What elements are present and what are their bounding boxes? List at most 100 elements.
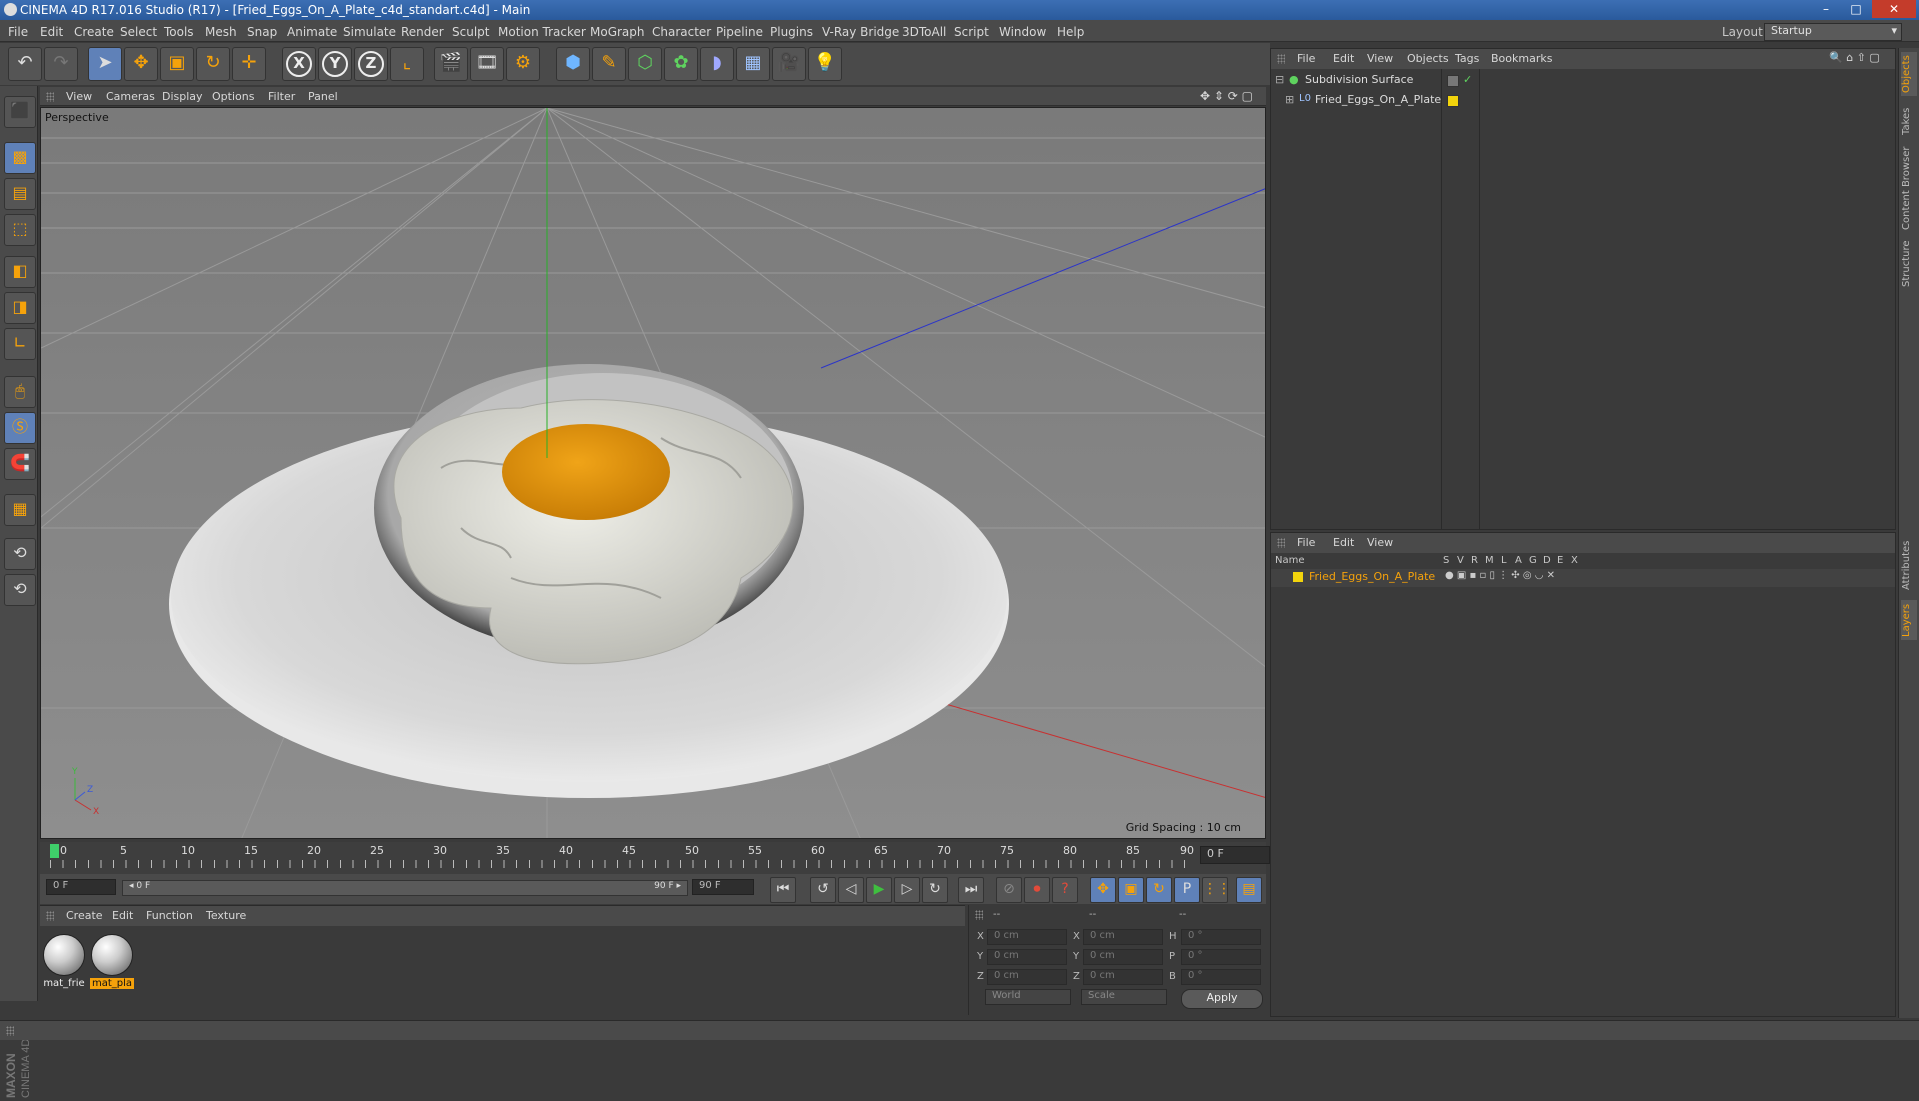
maximize-button[interactable]: □ (1842, 0, 1870, 18)
render-picture-viewer-icon[interactable]: 🎞 (470, 47, 504, 81)
position-z-field[interactable]: 0 cm (987, 969, 1067, 985)
move-tool-icon[interactable]: ✥ (124, 47, 158, 81)
menu-mesh[interactable]: Mesh (205, 25, 237, 39)
model-mode-icon[interactable]: ▩ (4, 142, 36, 174)
rotate-tool-icon[interactable]: ↻ (196, 47, 230, 81)
go-to-end-icon[interactable]: ⏭ (958, 877, 984, 903)
object-row-fried-eggs[interactable]: ⊞ L0 Fried_Eggs_On_A_Plate (1271, 93, 1895, 111)
prev-keyframe-icon[interactable]: ↺ (810, 877, 836, 903)
axis-mode-icon[interactable]: 🖱 (4, 376, 36, 408)
layer-color-swatch[interactable] (1293, 572, 1303, 582)
workplane-align-icon[interactable]: ⟲ (4, 574, 36, 606)
rotation-b-field[interactable]: 0 ° (1181, 969, 1261, 985)
key-rotation-icon[interactable]: ↻ (1146, 877, 1172, 903)
render-view-icon[interactable]: 🎬 (434, 47, 468, 81)
tab-attributes[interactable]: Attributes (1901, 538, 1917, 592)
undo-icon[interactable]: ↶ (8, 47, 42, 81)
rotation-h-field[interactable]: 0 ° (1181, 929, 1261, 945)
col-view[interactable]: V (1457, 555, 1464, 566)
menu-edit[interactable]: Edit (40, 25, 63, 39)
object-manager-tools-icons[interactable]: 🔍 ⌂ ⇧ ▢ (1829, 51, 1880, 64)
make-editable-icon[interactable]: ⬛ (4, 96, 36, 128)
panel-grip-icon[interactable] (46, 92, 54, 102)
deformer-icon[interactable]: ◗ (700, 47, 734, 81)
workplane-mode-icon[interactable]: ⬚ (4, 214, 36, 246)
object-menu-view[interactable]: View (1367, 52, 1393, 65)
viewport-menu-panel[interactable]: Panel (308, 90, 338, 103)
array-mograph-icon[interactable]: ✿ (664, 47, 698, 81)
menu-create[interactable]: Create (74, 25, 114, 39)
collapse-icon[interactable]: ⊟ (1275, 73, 1284, 86)
key-position-icon[interactable]: ✥ (1090, 877, 1116, 903)
viewport-menu-options[interactable]: Options (212, 90, 254, 103)
panel-grip-icon[interactable] (975, 910, 983, 920)
coord-type-select[interactable]: Scale (1081, 989, 1167, 1005)
tab-takes[interactable]: Takes (1901, 104, 1917, 138)
layer-menu-file[interactable]: File (1297, 536, 1315, 549)
tab-objects[interactable]: Objects (1901, 52, 1917, 96)
col-expressions[interactable]: E (1557, 555, 1563, 566)
viewport-menu-cameras[interactable]: Cameras (106, 90, 155, 103)
recent-tool-icon[interactable]: ✛ (232, 47, 266, 81)
next-keyframe-icon[interactable]: ↻ (922, 877, 948, 903)
menu-window[interactable]: Window (999, 25, 1046, 39)
timeline-window-icon[interactable]: ▤ (1236, 877, 1262, 903)
tab-layers[interactable]: Layers (1901, 600, 1917, 640)
camera-icon[interactable]: 🎥 (772, 47, 806, 81)
position-x-field[interactable]: 0 cm (987, 929, 1067, 945)
position-y-field[interactable]: 0 cm (987, 949, 1067, 965)
menu-character[interactable]: Character (652, 25, 711, 39)
col-solo[interactable]: S (1443, 555, 1449, 566)
current-frame-field[interactable]: 0 F (1200, 846, 1270, 864)
viewport-menu-filter[interactable]: Filter (268, 90, 295, 103)
layer-toggle-icons[interactable]: ● ▣ ▪ ▫ ▯ ⋮ ✣ ◎ ◡ ✕ (1445, 570, 1555, 581)
menu-3dtoall[interactable]: 3DToAll (902, 25, 946, 39)
menu-vray-bridge[interactable]: V-Ray Bridge (822, 25, 899, 39)
start-frame-field[interactable]: 0 F (46, 879, 116, 895)
select-tool-icon[interactable]: ➤ (88, 47, 122, 81)
preview-range-slider[interactable]: ◂ 0 F 90 F ▸ (122, 880, 688, 896)
polygons-mode-icon[interactable]: ∟ (4, 328, 36, 360)
tweak-mode-icon[interactable]: Ⓢ (4, 412, 36, 444)
object-menu-objects[interactable]: Objects (1407, 52, 1449, 65)
end-frame-field[interactable]: 90 F (692, 879, 754, 895)
add-cube-icon[interactable]: ⬢ (556, 47, 590, 81)
menu-select[interactable]: Select (120, 25, 157, 39)
tab-content-browser[interactable]: Content Browser (1901, 144, 1917, 232)
panel-grip-icon[interactable] (46, 911, 54, 921)
col-generators[interactable]: G (1529, 555, 1537, 566)
material-swatch[interactable]: mat_frie (42, 934, 86, 989)
material-menu-function[interactable]: Function (146, 909, 193, 922)
object-menu-edit[interactable]: Edit (1333, 52, 1354, 65)
menu-mograph[interactable]: MoGraph (590, 25, 645, 39)
col-xref[interactable]: X (1571, 555, 1578, 566)
viewport-menu-display[interactable]: Display (162, 90, 203, 103)
col-manager[interactable]: M (1485, 555, 1494, 566)
col-locked[interactable]: L (1501, 555, 1507, 566)
visibility-toggle[interactable] (1447, 75, 1459, 87)
size-z-field[interactable]: 0 cm (1083, 969, 1163, 985)
light-icon[interactable]: 💡 (808, 47, 842, 81)
material-swatch[interactable]: mat_pla (90, 934, 134, 989)
scale-tool-icon[interactable]: ▣ (160, 47, 194, 81)
apply-button[interactable]: Apply (1181, 989, 1263, 1009)
perspective-viewport[interactable]: Y X Z Perspective Grid Spacing : 10 cm (40, 107, 1266, 839)
menu-simulate[interactable]: Simulate (343, 25, 396, 39)
layer-menu-edit[interactable]: Edit (1333, 536, 1354, 549)
record-active-objects-icon[interactable]: ⏺ (1024, 877, 1050, 903)
coord-mode-select[interactable]: World (985, 989, 1071, 1005)
col-deformers[interactable]: D (1543, 555, 1551, 566)
size-x-field[interactable]: 0 cm (1083, 929, 1163, 945)
material-menu-texture[interactable]: Texture (206, 909, 246, 922)
record-disabled-icon[interactable]: ⊘ (996, 877, 1022, 903)
x-axis-lock-button[interactable]: X (282, 47, 316, 81)
material-menu-create[interactable]: Create (66, 909, 103, 922)
menu-script[interactable]: Script (954, 25, 989, 39)
texture-mode-icon[interactable]: ▤ (4, 178, 36, 210)
render-settings-icon[interactable]: ⚙ (506, 47, 540, 81)
minimize-button[interactable]: – (1812, 0, 1840, 18)
menu-plugins[interactable]: Plugins (770, 25, 813, 39)
tab-structure[interactable]: Structure (1901, 238, 1917, 290)
layout-select[interactable]: Startup ▾ (1764, 23, 1902, 41)
viewport-nav-icons[interactable]: ✥ ⇕ ⟳ ▢ (1200, 89, 1253, 103)
